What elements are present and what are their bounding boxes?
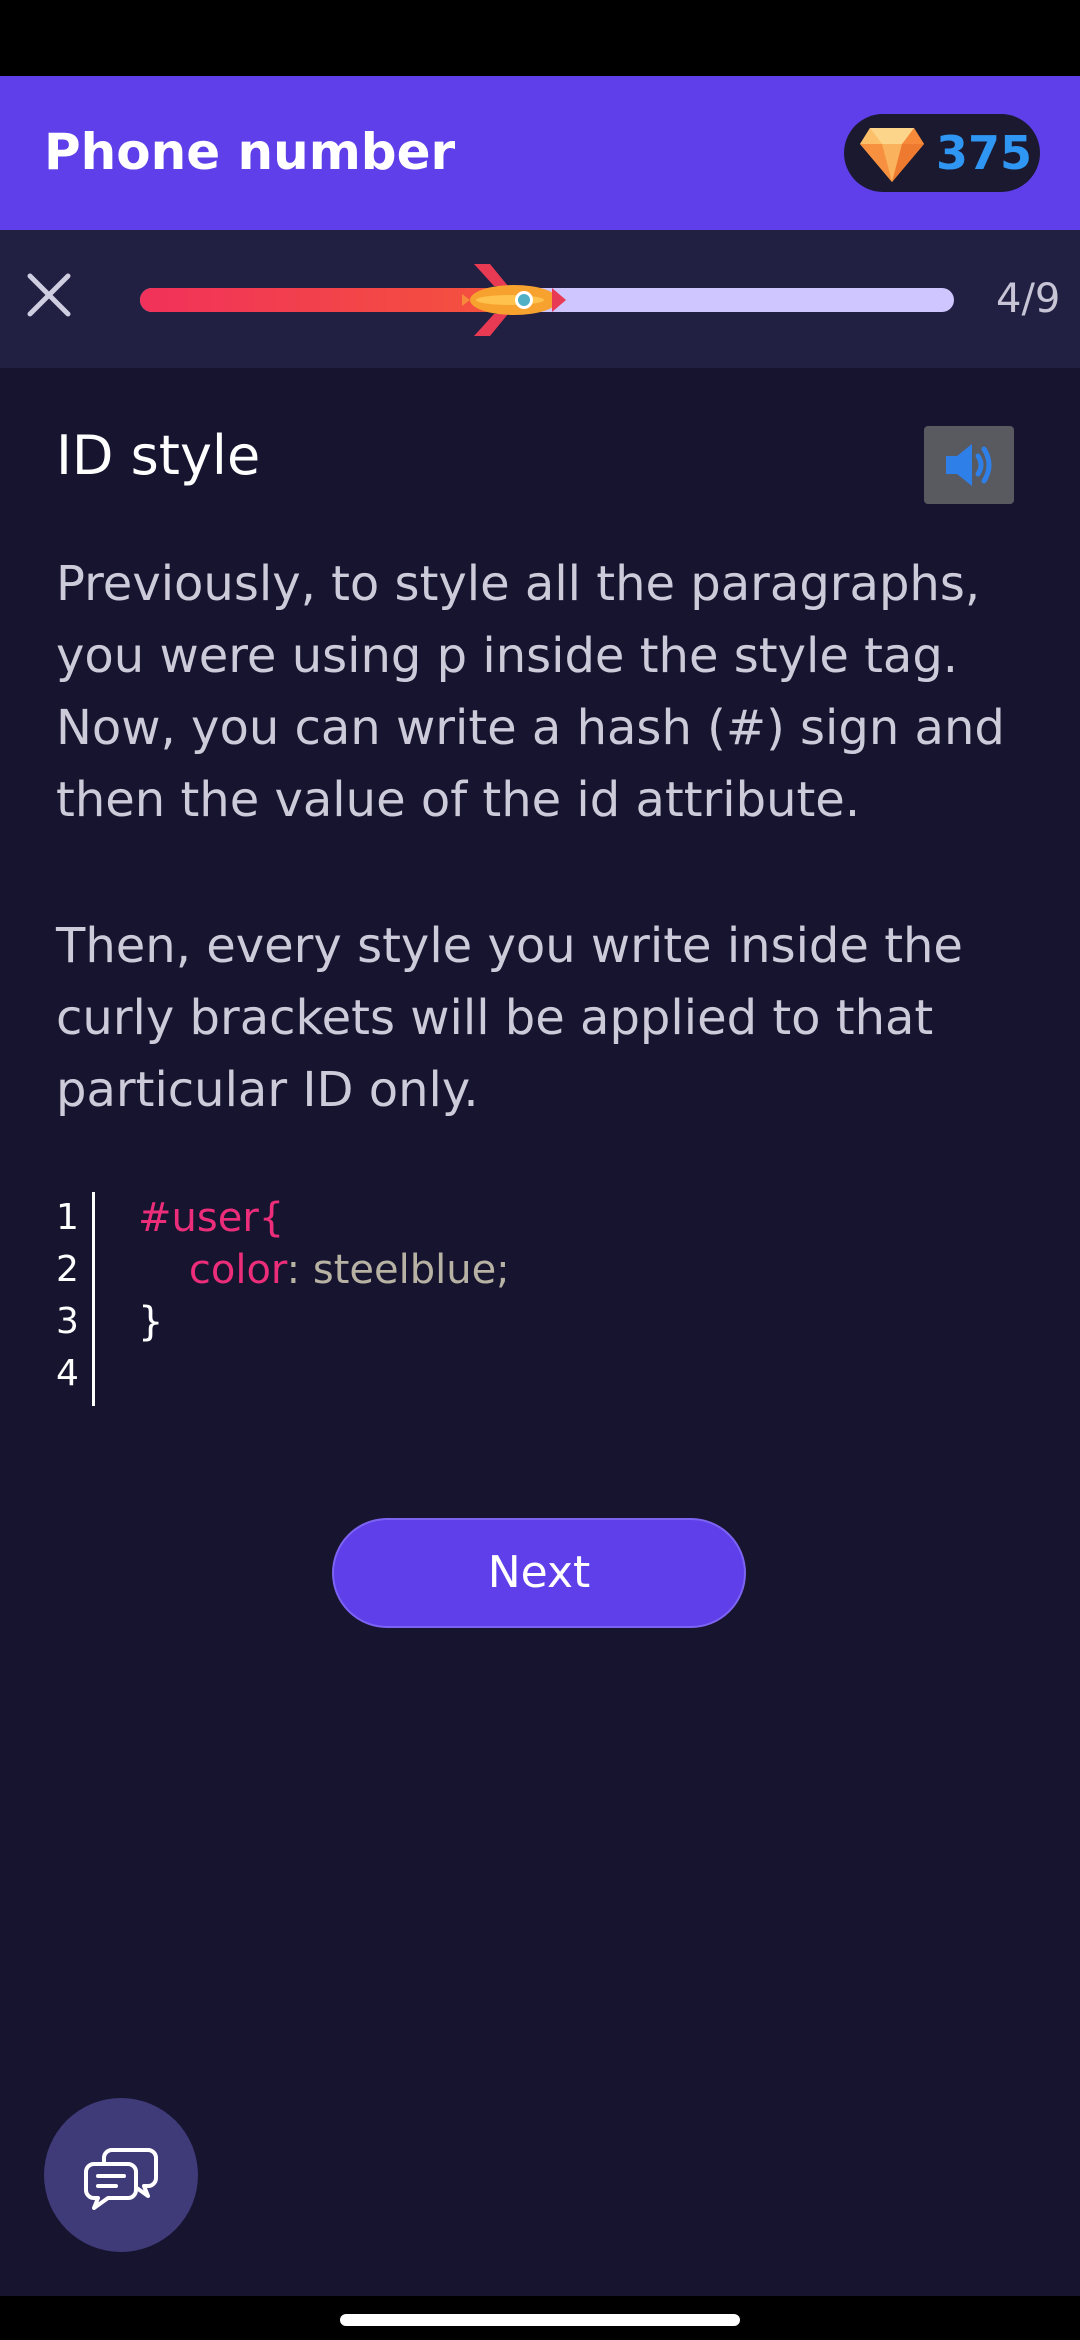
app-header: Phone number 375 bbox=[0, 76, 1080, 230]
css-colon: : bbox=[286, 1247, 301, 1293]
lesson-progress-bar: 4/9 bbox=[0, 230, 1080, 368]
progress-count: 4/9 bbox=[996, 276, 1061, 322]
speaker-icon bbox=[946, 444, 992, 486]
code-gutter-divider bbox=[92, 1192, 95, 1406]
line-number: 1 bbox=[56, 1197, 79, 1238]
close-button[interactable] bbox=[20, 266, 78, 324]
rocket-icon bbox=[462, 264, 566, 336]
audio-button[interactable] bbox=[924, 426, 1014, 504]
chat-button[interactable] bbox=[44, 2098, 198, 2252]
code-lines: #user{ color: steelblue; } bbox=[138, 1192, 510, 1400]
code-example: 1 2 3 4 #user{ color: steelblue; } bbox=[44, 1192, 1044, 1408]
progress-track bbox=[140, 264, 954, 336]
status-bar bbox=[0, 0, 1080, 76]
line-number: 4 bbox=[56, 1353, 79, 1394]
code-line: color: steelblue; bbox=[138, 1244, 510, 1296]
css-closing-brace: } bbox=[138, 1299, 164, 1345]
css-value: steelblue; bbox=[300, 1247, 510, 1293]
diamond-icon bbox=[860, 128, 924, 182]
gem-count: 375 bbox=[936, 126, 1033, 180]
gem-balance[interactable]: 375 bbox=[844, 114, 1040, 192]
lesson-paragraph: Then, every style you write inside the c… bbox=[56, 918, 963, 1118]
next-button[interactable]: Next bbox=[332, 1518, 746, 1628]
home-indicator[interactable] bbox=[340, 2314, 740, 2326]
lesson-title: ID style bbox=[56, 424, 261, 487]
line-number: 3 bbox=[56, 1301, 79, 1342]
lesson-paragraph: Previously, to style all the paragraphs,… bbox=[56, 556, 1005, 828]
close-icon bbox=[27, 273, 71, 317]
code-line: } bbox=[138, 1296, 510, 1348]
line-number: 2 bbox=[56, 1249, 79, 1290]
chat-bubbles-icon bbox=[84, 2148, 158, 2210]
css-property: color bbox=[188, 1247, 287, 1293]
page-title: Phone number bbox=[44, 123, 456, 181]
progress-fill bbox=[140, 288, 514, 312]
code-line: #user{ bbox=[138, 1192, 510, 1244]
system-navigation-bar bbox=[0, 2296, 1080, 2340]
code-line-numbers: 1 2 3 4 bbox=[56, 1192, 96, 1400]
css-selector: #user{ bbox=[138, 1195, 285, 1241]
